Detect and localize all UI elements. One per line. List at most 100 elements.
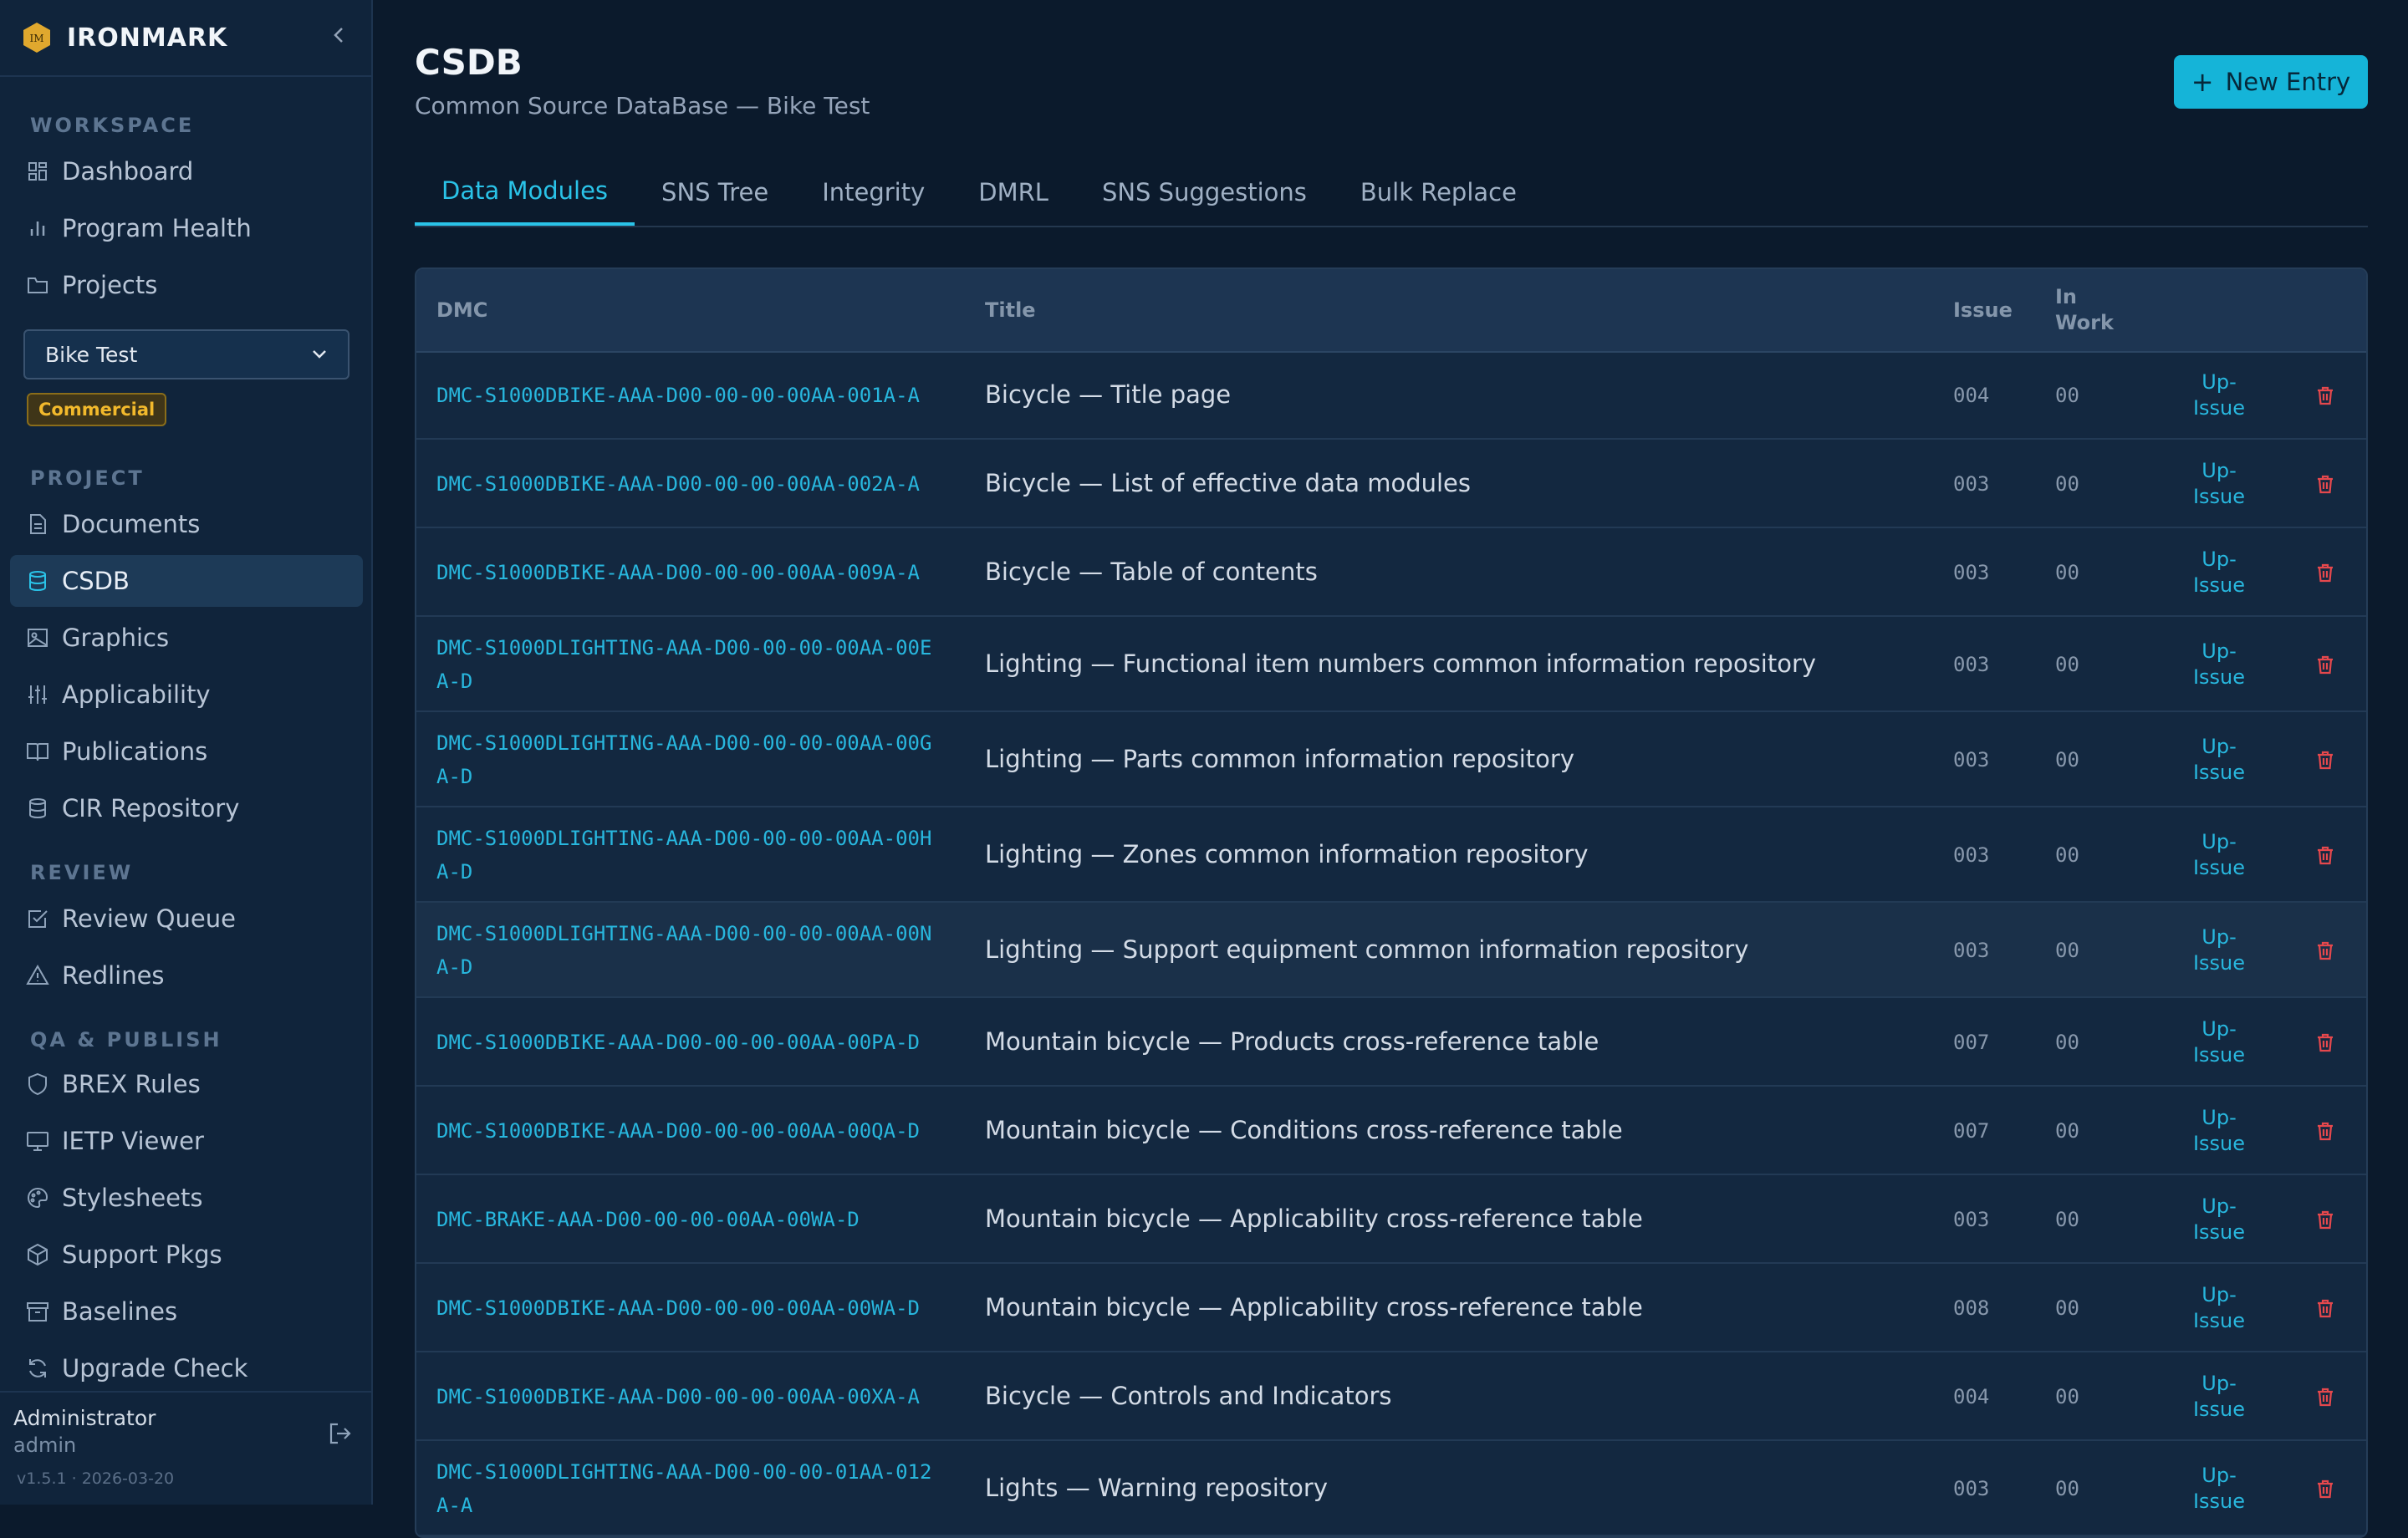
tab-sns-tree[interactable]: SNS Tree — [635, 159, 795, 226]
sidebar-item-stylesheets[interactable]: Stylesheets — [10, 1172, 363, 1224]
table-row[interactable]: DMC-BRAKE-AAA-D00-00-00-00AA-00WA-D Mount… — [416, 1175, 2366, 1264]
up-issue-button[interactable]: Up-Issue — [2181, 924, 2258, 976]
folder-icon — [28, 278, 48, 293]
sidebar-item-support-pkgs[interactable]: Support Pkgs — [10, 1229, 363, 1281]
trash-icon[interactable] — [2314, 1209, 2336, 1230]
dmc-link[interactable]: DMC-S1000DBIKE-AAA-D00-00-00-00AA-009A-A — [436, 556, 938, 589]
sidebar-item-label: Support Pkgs — [62, 1240, 222, 1269]
tab-integrity[interactable]: Integrity — [795, 159, 951, 226]
collapse-sidebar-button[interactable] — [326, 25, 351, 50]
sidebar-item-label: CSDB — [62, 567, 130, 595]
sidebar: IM IRONMARK WORKSPACE Dashboard Program … — [0, 0, 373, 1505]
trash-icon[interactable] — [2314, 654, 2336, 675]
dmc-link[interactable]: DMC-BRAKE-AAA-D00-00-00-00AA-00WA-D — [436, 1203, 938, 1236]
column-header-issue[interactable]: Issue — [1953, 298, 2013, 322]
tab-data-modules[interactable]: Data Modules — [415, 159, 635, 226]
table-row[interactable]: DMC-S1000DBIKE-AAA-D00-00-00-00AA-002A-A… — [416, 440, 2366, 528]
sidebar-item-csdb[interactable]: CSDB — [10, 555, 363, 607]
table-row[interactable]: DMC-S1000DBIKE-AAA-D00-00-00-00AA-00PA-D… — [416, 998, 2366, 1087]
sidebar-item-label: Upgrade Check — [62, 1354, 248, 1383]
dmc-link[interactable]: DMC-S1000DLIGHTING-AAA-D00-00-00-00AA-00… — [436, 726, 938, 793]
up-issue-button[interactable]: Up-Issue — [2181, 369, 2258, 421]
table-row[interactable]: DMC-S1000DBIKE-AAA-D00-00-00-00AA-00QA-D… — [416, 1087, 2366, 1175]
new-entry-button[interactable]: + New Entry — [2174, 55, 2368, 109]
sidebar-item-redlines[interactable]: Redlines — [10, 950, 363, 1001]
dmc-link[interactable]: DMC-S1000DLIGHTING-AAA-D00-00-00-00AA-00… — [436, 917, 938, 984]
sidebar-item-projects[interactable]: Projects — [10, 259, 363, 311]
section-label-project: PROJECT — [30, 466, 145, 490]
up-issue-button[interactable]: Up-Issue — [2181, 1016, 2258, 1068]
trash-icon[interactable] — [2314, 473, 2336, 495]
sidebar-item-brex-rules[interactable]: BREX Rules — [10, 1058, 363, 1110]
trash-icon[interactable] — [2314, 1297, 2336, 1319]
sidebar-item-ietp-viewer[interactable]: IETP Viewer — [10, 1115, 363, 1167]
trash-icon[interactable] — [2314, 562, 2336, 583]
dmc-link[interactable]: DMC-S1000DBIKE-AAA-D00-00-00-00AA-00PA-D — [436, 1026, 938, 1059]
table-row[interactable]: DMC-S1000DLIGHTING-AAA-D00-00-00-00AA-00… — [416, 903, 2366, 998]
plus-icon: + — [2191, 66, 2214, 98]
up-issue-button[interactable]: Up-Issue — [2181, 1105, 2258, 1157]
row-issue: 003 — [1953, 939, 1990, 962]
column-header-dmc[interactable]: DMC — [436, 298, 487, 322]
column-header-title[interactable]: Title — [985, 298, 1036, 322]
user-role: admin — [13, 1434, 77, 1457]
sidebar-item-baselines[interactable]: Baselines — [10, 1286, 363, 1337]
table-row[interactable]: DMC-S1000DLIGHTING-AAA-D00-00-00-01AA-01… — [416, 1441, 2366, 1536]
sidebar-item-cir-repository[interactable]: CIR Repository — [10, 782, 363, 834]
dmc-link[interactable]: DMC-S1000DLIGHTING-AAA-D00-00-00-00AA-00… — [436, 822, 938, 889]
up-issue-button[interactable]: Up-Issue — [2181, 547, 2258, 598]
table-row[interactable]: DMC-S1000DBIKE-AAA-D00-00-00-00AA-00WA-D… — [416, 1264, 2366, 1352]
trash-icon[interactable] — [2314, 1478, 2336, 1500]
sidebar-item-upgrade-check[interactable]: Upgrade Check — [10, 1342, 363, 1394]
dashboard-icon — [28, 162, 47, 181]
up-issue-button[interactable]: Up-Issue — [2181, 639, 2258, 690]
table-row[interactable]: DMC-S1000DBIKE-AAA-D00-00-00-00AA-001A-A… — [416, 351, 2366, 440]
database-icon — [29, 571, 46, 591]
up-issue-button[interactable]: Up-Issue — [2181, 458, 2258, 510]
dmc-link[interactable]: DMC-S1000DBIKE-AAA-D00-00-00-00AA-00WA-D — [436, 1291, 938, 1325]
up-issue-button[interactable]: Up-Issue — [2181, 734, 2258, 786]
trash-icon[interactable] — [2314, 940, 2336, 961]
dmc-link[interactable]: DMC-S1000DBIKE-AAA-D00-00-00-00AA-00XA-A — [436, 1380, 938, 1413]
up-issue-button[interactable]: Up-Issue — [2181, 1371, 2258, 1423]
dmc-link[interactable]: DMC-S1000DLIGHTING-AAA-D00-00-00-01AA-01… — [436, 1455, 938, 1522]
table-row[interactable]: DMC-S1000DBIKE-AAA-D00-00-00-00AA-009A-A… — [416, 528, 2366, 617]
database-icon — [29, 798, 46, 818]
sidebar-item-graphics[interactable]: Graphics — [10, 612, 363, 664]
dmc-link[interactable]: DMC-S1000DBIKE-AAA-D00-00-00-00AA-002A-A — [436, 467, 938, 501]
sidebar-item-publications[interactable]: Publications — [10, 726, 363, 777]
dmc-link[interactable]: DMC-S1000DBIKE-AAA-D00-00-00-00AA-00QA-D — [436, 1114, 938, 1148]
project-select-value: Bike Test — [45, 342, 138, 367]
trash-icon[interactable] — [2314, 844, 2336, 866]
up-issue-button[interactable]: Up-Issue — [2181, 1194, 2258, 1245]
sidebar-item-applicability[interactable]: Applicability — [10, 669, 363, 721]
sidebar-item-review-queue[interactable]: Review Queue — [10, 893, 363, 945]
table-row[interactable]: DMC-S1000DLIGHTING-AAA-D00-00-00-00AA-00… — [416, 712, 2366, 807]
tab-dmrl[interactable]: DMRL — [951, 159, 1075, 226]
row-in-work: 00 — [2055, 384, 2079, 407]
trash-icon[interactable] — [2314, 1120, 2336, 1142]
trash-icon[interactable] — [2314, 384, 2336, 406]
logout-icon[interactable] — [326, 1419, 355, 1448]
table-row[interactable]: DMC-S1000DLIGHTING-AAA-D00-00-00-00AA-00… — [416, 617, 2366, 712]
dmc-link[interactable]: DMC-S1000DBIKE-AAA-D00-00-00-00AA-001A-A — [436, 379, 938, 412]
tab-sns-suggestions[interactable]: SNS Suggestions — [1075, 159, 1334, 226]
table-row[interactable]: DMC-S1000DBIKE-AAA-D00-00-00-00AA-00XA-A… — [416, 1352, 2366, 1441]
trash-icon[interactable] — [2314, 1031, 2336, 1053]
up-issue-button[interactable]: Up-Issue — [2181, 829, 2258, 881]
warning-icon — [26, 964, 49, 985]
tab-bulk-replace[interactable]: Bulk Replace — [1334, 159, 1543, 226]
up-issue-button[interactable]: Up-Issue — [2181, 1463, 2258, 1515]
sidebar-item-program-health[interactable]: Program Health — [10, 202, 363, 254]
sidebar-item-documents[interactable]: Documents — [10, 498, 363, 550]
table-row[interactable]: DMC-S1000DLIGHTING-AAA-D00-00-00-00AA-00… — [416, 807, 2366, 903]
project-select[interactable]: Bike Test — [23, 329, 349, 379]
page-subtitle: Common Source DataBase — Bike Test — [415, 92, 870, 120]
dmc-link[interactable]: DMC-S1000DLIGHTING-AAA-D00-00-00-00AA-00… — [436, 631, 938, 698]
sidebar-item-dashboard[interactable]: Dashboard — [10, 145, 363, 197]
up-issue-button[interactable]: Up-Issue — [2181, 1282, 2258, 1334]
column-header-in-work[interactable]: In Work — [2055, 284, 2130, 336]
trash-icon[interactable] — [2314, 749, 2336, 771]
row-title: Lighting — Parts common information repo… — [985, 745, 1574, 773]
trash-icon[interactable] — [2314, 1386, 2336, 1408]
